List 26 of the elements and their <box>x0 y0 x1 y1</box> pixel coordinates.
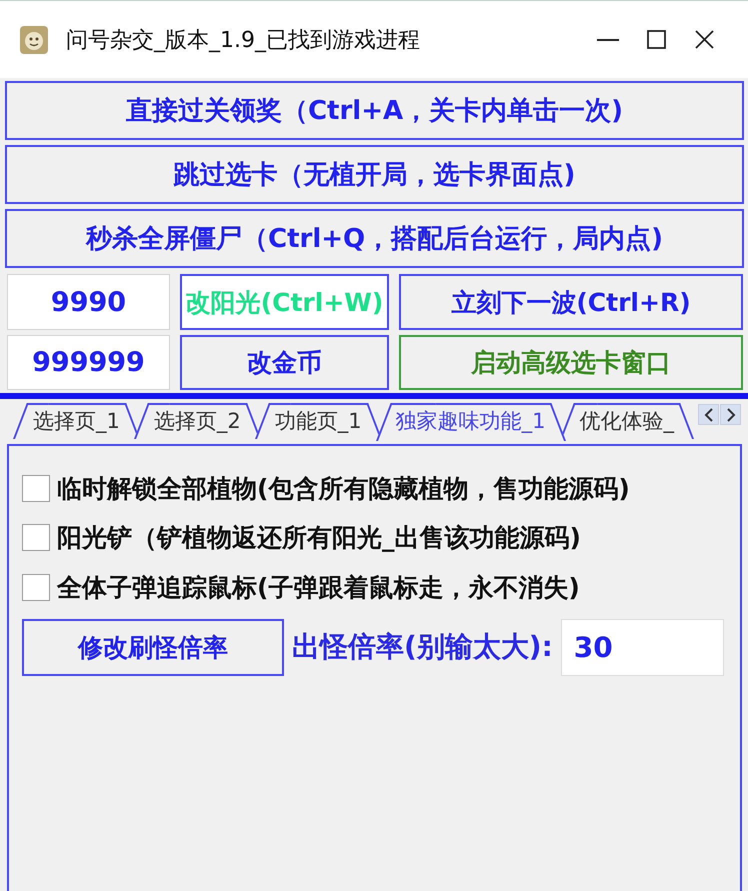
close-icon <box>694 30 714 49</box>
option-label: 阳光铲（铲植物返还所有阳光_出售该功能源码) <box>57 522 581 554</box>
option-label: 全体子弹追踪鼠标(子弹跟着鼠标走，永不消失) <box>57 572 580 604</box>
command-button[interactable]: 启动高级选卡窗口 <box>399 335 743 390</box>
command-button[interactable]: 改金币 <box>180 335 389 390</box>
checkbox[interactable] <box>22 524 50 551</box>
rate-button[interactable]: 修改刷怪倍率 <box>22 618 284 676</box>
scroll-right-button[interactable] <box>720 404 741 425</box>
action-button[interactable]: 秒杀全屏僵尸（Ctrl+Q，搭配后台运行，局内点) <box>5 209 744 268</box>
action-button[interactable]: 跳过选卡（无植开局，选卡界面点) <box>5 145 744 204</box>
app-icon <box>20 26 48 54</box>
value-field[interactable]: 999999 <box>7 335 170 390</box>
rate-label: 出怪倍率(别输太大): <box>292 629 553 665</box>
option-label: 临时解锁全部植物(包含所有隐藏植物，售功能源码) <box>57 472 630 504</box>
command-button[interactable]: 立刻下一波(Ctrl+R) <box>399 274 743 330</box>
rate-field[interactable]: 30 <box>560 618 724 676</box>
value-field[interactable]: 9990 <box>7 274 170 330</box>
checkbox[interactable] <box>22 474 50 502</box>
checkbox[interactable] <box>22 574 50 600</box>
action-button[interactable]: 直接过关领奖（Ctrl+A，关卡内单击一次) <box>5 81 744 140</box>
maximize-icon <box>646 30 666 49</box>
chevron-right-icon <box>726 408 736 422</box>
scroll-left-button[interactable] <box>698 404 719 425</box>
chevron-left-icon <box>704 408 714 422</box>
minimize-icon <box>597 38 619 40</box>
window-title: 问号杂交_版本_1.9_已找到游戏进程 <box>66 26 421 54</box>
